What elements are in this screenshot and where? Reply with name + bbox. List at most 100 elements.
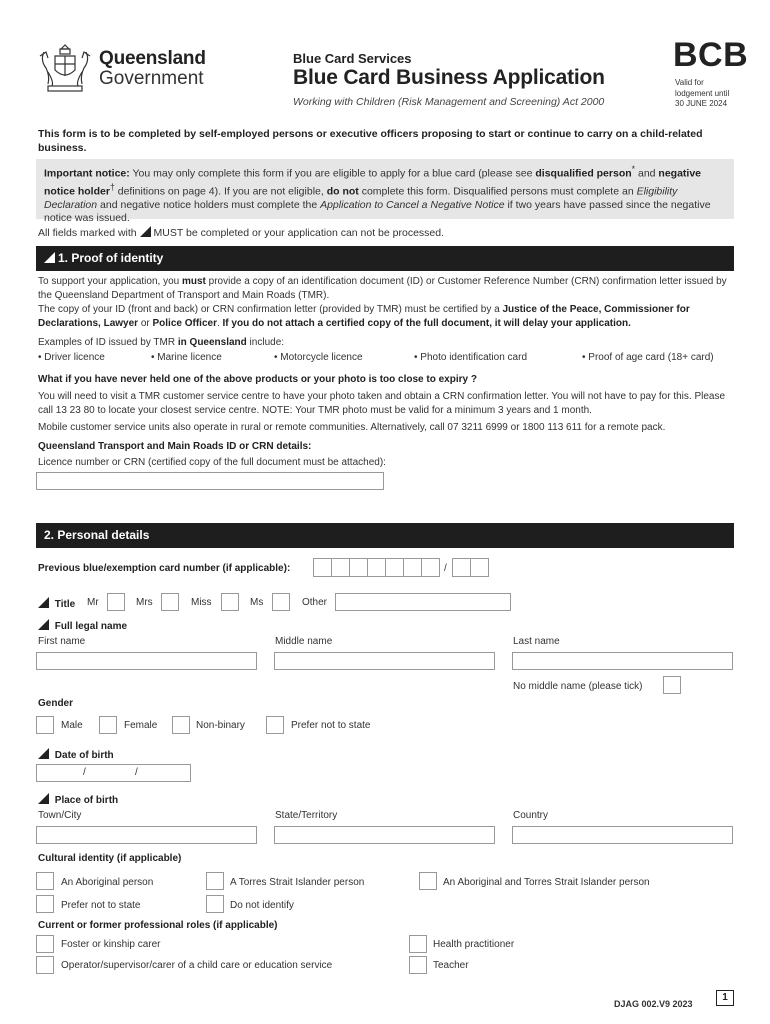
last-name-label: Last name [513, 636, 560, 647]
text-bold: Police Officer [152, 317, 217, 329]
list-item: • Driver licence [38, 352, 105, 363]
section-header-personal-details: 2. Personal details [36, 523, 734, 548]
no-middle-name-checkbox[interactable] [663, 676, 681, 694]
role-option-label: Teacher [433, 960, 469, 971]
page-number: 1 [716, 990, 734, 1006]
middle-name-input[interactable] [274, 652, 495, 670]
mandatory-fields-note: All fields marked with MUST be completed… [38, 226, 444, 239]
cultural-identity-heading: Cultural identity (if applicable) [38, 853, 182, 864]
state-input[interactable] [274, 826, 495, 844]
gender-option-label: Male [61, 720, 83, 731]
title-miss-checkbox[interactable] [221, 593, 239, 611]
role-health-practitioner-checkbox[interactable] [409, 935, 427, 953]
mandatory-triangle-icon [38, 748, 49, 759]
text-bold: If you do not attach a certified copy of… [222, 317, 631, 329]
card-number-digit[interactable] [313, 558, 332, 577]
section-header-proof-of-identity: 1. Proof of identity [36, 246, 734, 271]
licence-number-input[interactable] [36, 472, 384, 490]
card-number-label: Previous blue/exemption card number (if … [38, 563, 291, 574]
gender-option-label: Non-binary [196, 720, 245, 731]
list-item: • Proof of age card (18+ card) [582, 352, 714, 363]
role-option-label: Foster or kinship carer [61, 939, 161, 950]
text: Examples of ID issued by TMR [38, 337, 178, 348]
first-name-input[interactable] [36, 652, 257, 670]
text: include: [246, 337, 285, 348]
title-other-input[interactable] [335, 593, 511, 611]
notice-text: complete this form. Disqualified persons… [358, 185, 637, 198]
cultural-option-label: Prefer not to state [61, 900, 141, 911]
gender-heading: Gender [38, 698, 74, 709]
card-number-digit[interactable] [421, 558, 440, 577]
label-text: Date of birth [54, 750, 114, 761]
proof-paragraph-3: Examples of ID issued by TMR in Queensla… [38, 336, 738, 350]
dob-separator: / [83, 767, 86, 778]
role-option-label: Health practitioner [433, 939, 515, 950]
card-number-digit[interactable] [403, 558, 422, 577]
note-text: MUST be completed or your application ca… [153, 227, 445, 239]
card-number-digit[interactable] [349, 558, 368, 577]
notice-text: You may only complete this form if you a… [129, 167, 536, 180]
notice-text: and negative notice holders must complet… [97, 198, 321, 211]
title-option-label: Ms [250, 597, 264, 608]
card-number-digit[interactable] [331, 558, 350, 577]
notice-form-name: Application to Cancel a Negative Notice [320, 198, 505, 211]
no-id-question: What if you have never held one of the a… [38, 374, 477, 385]
last-name-input[interactable] [512, 652, 733, 670]
cultural-both-checkbox[interactable] [419, 872, 437, 890]
label-text: Title [54, 599, 76, 610]
country-input[interactable] [512, 826, 733, 844]
gender-prefer-not-checkbox[interactable] [266, 716, 284, 734]
gender-option-label: Female [124, 720, 158, 731]
gender-male-checkbox[interactable] [36, 716, 54, 734]
first-name-label: First name [38, 636, 86, 647]
gender-nonbinary-checkbox[interactable] [172, 716, 190, 734]
middle-name-label: Middle name [275, 636, 333, 647]
title-ms-checkbox[interactable] [272, 593, 290, 611]
gender-female-checkbox[interactable] [99, 716, 117, 734]
mobile-units-paragraph: Mobile customer service units also opera… [38, 422, 666, 433]
cultural-aboriginal-checkbox[interactable] [36, 872, 54, 890]
list-item: • Motorcycle licence [274, 352, 363, 363]
town-label: Town/City [38, 810, 82, 821]
card-number-digit[interactable] [367, 558, 386, 577]
tmr-details-heading: Queensland Transport and Main Roads ID o… [38, 441, 312, 452]
list-item: • Marine licence [151, 352, 222, 363]
title-mrs-checkbox[interactable] [161, 593, 179, 611]
no-id-paragraph: You will need to visit a TMR customer se… [38, 391, 726, 416]
role-foster-carer-checkbox[interactable] [36, 935, 54, 953]
form-code: BCB [673, 36, 749, 74]
role-teacher-checkbox[interactable] [409, 956, 427, 974]
role-child-care-operator-checkbox[interactable] [36, 956, 54, 974]
professional-roles-heading: Current or former professional roles (if… [38, 920, 278, 931]
title-option-label: Mrs [136, 597, 153, 608]
logo-text-queensland: Queensland [99, 48, 206, 69]
card-number-suffix-digit[interactable] [470, 558, 489, 577]
cultural-not-identify-checkbox[interactable] [206, 895, 224, 913]
intro-text: This form is to be completed by self-emp… [38, 128, 703, 154]
card-number-separator: / [444, 563, 447, 574]
country-label: Country [513, 810, 549, 821]
text: The copy of your ID (front and back) or … [38, 304, 503, 315]
validity-date: 30 JUNE 2024 [675, 99, 728, 108]
form-version-code: DJAG 002.V9 2023 [614, 999, 693, 1009]
notice-text: and [635, 167, 659, 180]
card-number-suffix-digit[interactable] [452, 558, 471, 577]
town-input[interactable] [36, 826, 257, 844]
mandatory-triangle-icon [139, 226, 151, 237]
text-bold: in Queensland [177, 337, 247, 348]
dob-separator: / [135, 767, 138, 778]
pob-heading: Place of birth [38, 793, 118, 806]
cultural-torres-strait-checkbox[interactable] [206, 872, 224, 890]
service-name: Blue Card Services [293, 51, 412, 66]
cultural-option-label: A Torres Strait Islander person [230, 877, 365, 888]
card-number-digit[interactable] [385, 558, 404, 577]
title-mr-checkbox[interactable] [107, 593, 125, 611]
queensland-government-logo: Queensland Government [36, 42, 211, 94]
date-of-birth-input[interactable]: / / [36, 764, 191, 782]
licence-number-label: Licence number or CRN (certified copy of… [38, 457, 386, 468]
text: or [138, 317, 153, 329]
cultural-prefer-not-checkbox[interactable] [36, 895, 54, 913]
logo-text-government: Government [99, 68, 204, 89]
section-title: 2. Personal details [44, 528, 150, 542]
proof-paragraph-2: The copy of your ID (front and back) or … [38, 303, 738, 330]
